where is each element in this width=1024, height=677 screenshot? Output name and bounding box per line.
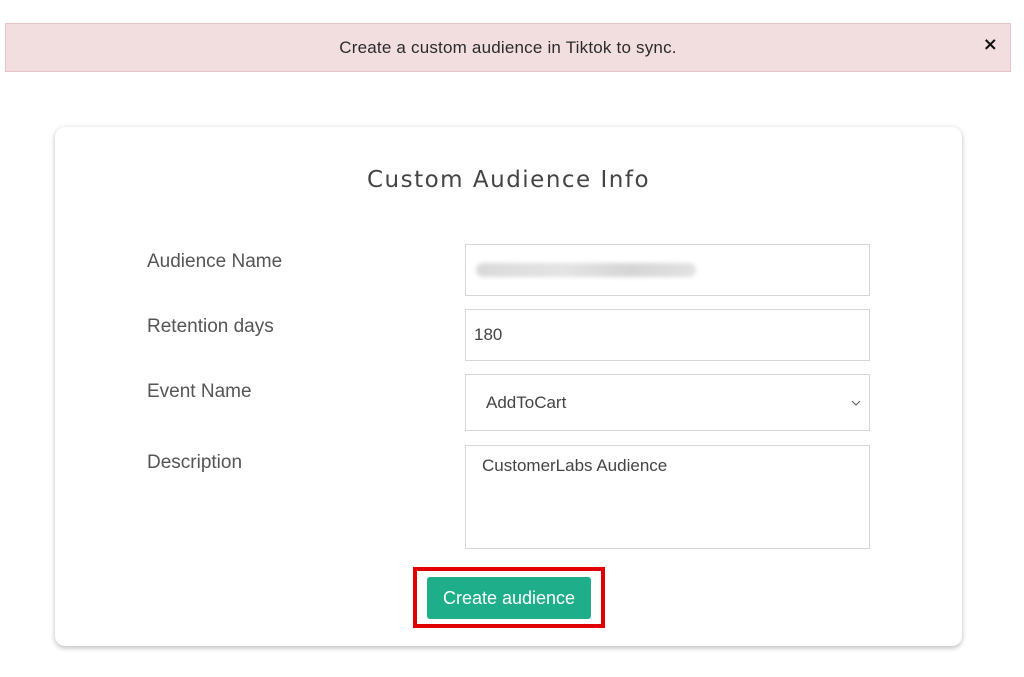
event-name-select[interactable]: AddToCart	[465, 374, 870, 431]
audience-name-value-redacted	[476, 263, 696, 277]
create-audience-button[interactable]: Create audience	[427, 577, 591, 619]
description-textarea[interactable]: CustomerLabs Audience	[465, 445, 870, 549]
alert-message: Create a custom audience in Tiktok to sy…	[339, 37, 677, 57]
custom-audience-card: Custom Audience Info Audience Name Reten…	[55, 127, 962, 646]
close-icon[interactable]: ×	[983, 36, 998, 54]
retention-days-value: 180	[474, 325, 503, 344]
card-title: Custom Audience Info	[366, 167, 651, 193]
page: Create a custom audience in Tiktok to sy…	[0, 0, 1024, 677]
alert-banner: Create a custom audience in Tiktok to sy…	[5, 23, 1011, 72]
description-value: CustomerLabs Audience	[482, 456, 668, 475]
audience-name-label: Audience Name	[147, 251, 283, 272]
retention-days-input[interactable]: 180	[465, 309, 870, 361]
audience-name-input[interactable]	[465, 244, 870, 296]
event-name-label: Event Name	[147, 381, 252, 402]
chevron-down-icon	[851, 400, 861, 406]
create-audience-highlight: Create audience	[413, 567, 605, 628]
event-name-selected: AddToCart	[486, 392, 567, 412]
description-label: Description	[147, 452, 243, 473]
retention-days-label: Retention days	[147, 316, 274, 337]
